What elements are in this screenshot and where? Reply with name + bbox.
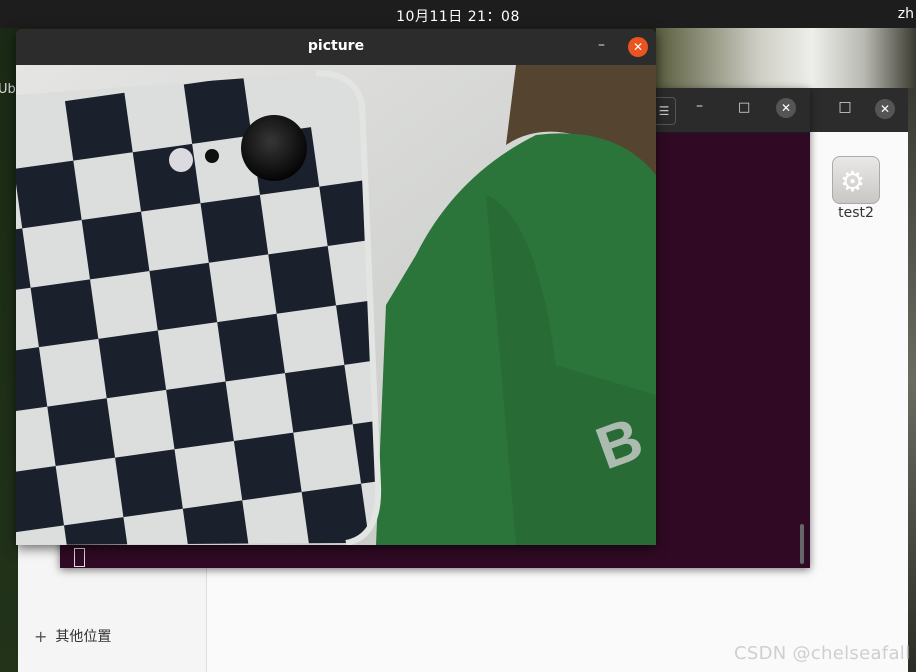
gear-icon: ⚙ bbox=[840, 165, 866, 198]
background-photo bbox=[656, 28, 916, 88]
file-manager-close-button[interactable]: ✕ bbox=[875, 99, 895, 119]
clock[interactable]: 10月11日 21：08 bbox=[0, 6, 916, 26]
terminal-minimize-button[interactable]: – bbox=[696, 98, 703, 114]
sidebar-item-other-places[interactable]: + 其他位置 bbox=[34, 626, 111, 646]
file-label[interactable]: test2 bbox=[834, 205, 878, 221]
background-edge bbox=[908, 88, 916, 672]
terminal-cursor bbox=[74, 548, 85, 567]
plus-icon: + bbox=[34, 626, 48, 646]
camera-image: B bbox=[16, 65, 656, 545]
window-title: picture bbox=[307, 38, 365, 54]
terminal-maximize-button[interactable]: □ bbox=[738, 100, 750, 115]
picture-minimize-button[interactable]: – bbox=[598, 37, 605, 53]
background-label: Ub bbox=[0, 82, 16, 97]
top-bar: 10月11日 21：08 zh bbox=[0, 0, 916, 28]
terminal-scrollbar[interactable] bbox=[800, 524, 804, 564]
language-indicator[interactable]: zh bbox=[898, 6, 914, 22]
terminal-close-button[interactable]: ✕ bbox=[776, 98, 796, 118]
picture-window: picture – ✕ B bbox=[16, 29, 656, 545]
sidebar-item-label: 其他位置 bbox=[55, 629, 112, 645]
file-manager-maximize-button[interactable]: □ bbox=[838, 100, 852, 114]
watermark: CSDN @chelseafall bbox=[734, 643, 911, 664]
picture-window-header: picture – ✕ bbox=[16, 29, 656, 65]
picture-close-button[interactable]: ✕ bbox=[628, 37, 648, 57]
